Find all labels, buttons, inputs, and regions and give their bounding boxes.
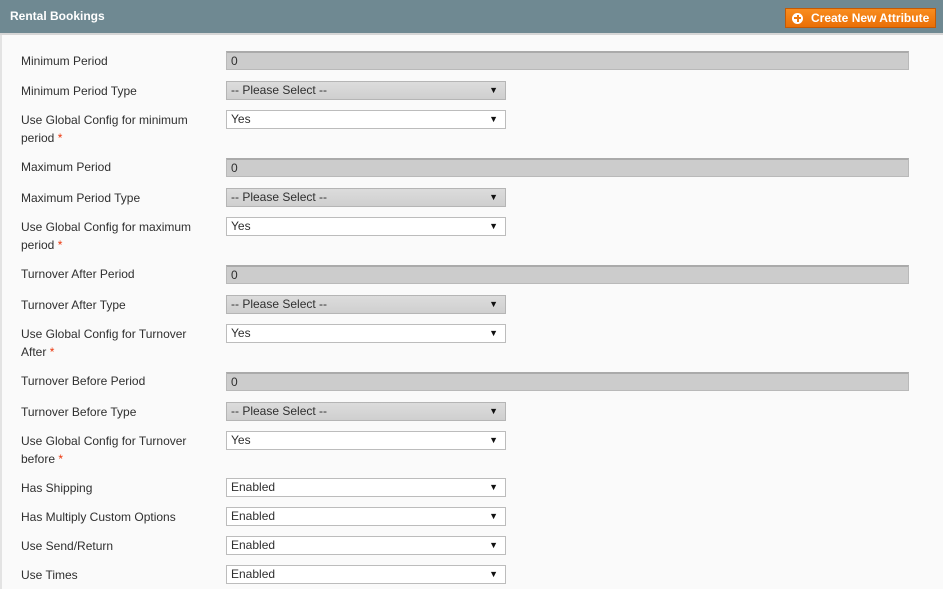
label-line1: Use Global Config for maximum <box>21 220 192 234</box>
chevron-down-icon: ▼ <box>489 192 498 202</box>
field-label: Has Shipping <box>21 481 93 495</box>
maximum-period-type-select[interactable]: -- Please Select -- ▼ <box>226 188 506 207</box>
section-title: Rental Bookings <box>10 9 105 23</box>
turnover-after-type-select[interactable]: -- Please Select -- ▼ <box>226 295 506 314</box>
chevron-down-icon: ▼ <box>489 221 498 231</box>
turnover-before-type-select[interactable]: -- Please Select -- ▼ <box>226 402 506 421</box>
field-label: Use Send/Return <box>21 539 114 553</box>
field-label: Use Times <box>21 568 78 582</box>
select-value: Enabled <box>231 509 276 523</box>
field-label: Maximum Period <box>21 160 112 174</box>
label-line1: Use Global Config for Turnover <box>21 327 187 341</box>
select-value: Yes <box>231 219 251 233</box>
has-shipping-select[interactable]: Enabled ▼ <box>226 478 506 497</box>
plus-circle-icon <box>792 12 803 24</box>
field-label: Use Global Config for maximum period * <box>21 218 211 254</box>
turnover-after-period-input[interactable]: 0 <box>226 265 909 284</box>
field-label: Use Global Config for Turnover After * <box>21 325 211 361</box>
panel-border <box>0 35 2 589</box>
chevron-down-icon: ▼ <box>489 299 498 309</box>
field-label: Minimum Period Type <box>21 84 137 98</box>
select-value: Enabled <box>231 567 276 581</box>
select-value: -- Please Select -- <box>231 83 328 97</box>
label-line2: period <box>21 131 55 145</box>
field-label: Minimum Period <box>21 54 108 68</box>
label-line1: Use Global Config for Turnover <box>21 434 187 448</box>
select-value: Yes <box>231 433 251 447</box>
required-marker: * <box>58 452 64 466</box>
required-marker: * <box>57 238 63 252</box>
chevron-down-icon: ▼ <box>489 511 498 521</box>
label-line2: After <box>21 345 47 359</box>
label-line1: Use Global Config for minimum <box>21 113 188 127</box>
select-value: -- Please Select -- <box>231 297 328 311</box>
field-label: Turnover After Period <box>21 267 135 281</box>
create-new-attribute-button[interactable]: Create New Attribute <box>785 8 936 28</box>
select-value: Enabled <box>231 480 276 494</box>
select-value: -- Please Select -- <box>231 190 328 204</box>
label-line2: period <box>21 238 55 252</box>
field-label: Use Global Config for minimum period * <box>21 111 211 147</box>
has-multiply-custom-options-select[interactable]: Enabled ▼ <box>226 507 506 526</box>
use-send-return-select[interactable]: Enabled ▼ <box>226 536 506 555</box>
field-label: Use Global Config for Turnover before * <box>21 432 211 468</box>
label-line2: before <box>21 452 56 466</box>
field-label: Has Multiply Custom Options <box>21 510 176 524</box>
use-times-select[interactable]: Enabled ▼ <box>226 565 506 584</box>
chevron-down-icon: ▼ <box>489 540 498 550</box>
field-label: Turnover Before Type <box>21 405 137 419</box>
chevron-down-icon: ▼ <box>489 435 498 445</box>
chevron-down-icon: ▼ <box>489 114 498 124</box>
minimum-period-input[interactable]: 0 <box>226 51 909 70</box>
select-value: Yes <box>231 326 251 340</box>
select-value: Enabled <box>231 538 276 552</box>
required-marker: * <box>49 345 55 359</box>
use-global-turnover-before-select[interactable]: Yes ▼ <box>226 431 506 450</box>
field-label: Turnover Before Period <box>21 374 146 388</box>
chevron-down-icon: ▼ <box>489 406 498 416</box>
use-global-turnover-after-select[interactable]: Yes ▼ <box>226 324 506 343</box>
turnover-before-period-input[interactable]: 0 <box>226 372 909 391</box>
chevron-down-icon: ▼ <box>489 328 498 338</box>
chevron-down-icon: ▼ <box>489 85 498 95</box>
field-label: Maximum Period Type <box>21 191 141 205</box>
chevron-down-icon: ▼ <box>489 482 498 492</box>
minimum-period-type-select[interactable]: -- Please Select -- ▼ <box>226 81 506 100</box>
use-global-maximum-select[interactable]: Yes ▼ <box>226 217 506 236</box>
maximum-period-input[interactable]: 0 <box>226 158 909 177</box>
select-value: Yes <box>231 112 251 126</box>
required-marker: * <box>57 131 63 145</box>
section-header: Rental Bookings Create New Attribute <box>0 0 943 35</box>
field-label: Turnover After Type <box>21 298 126 312</box>
select-value: -- Please Select -- <box>231 404 328 418</box>
use-global-minimum-select[interactable]: Yes ▼ <box>226 110 506 129</box>
chevron-down-icon: ▼ <box>489 569 498 579</box>
create-new-attribute-label: Create New Attribute <box>811 11 930 25</box>
